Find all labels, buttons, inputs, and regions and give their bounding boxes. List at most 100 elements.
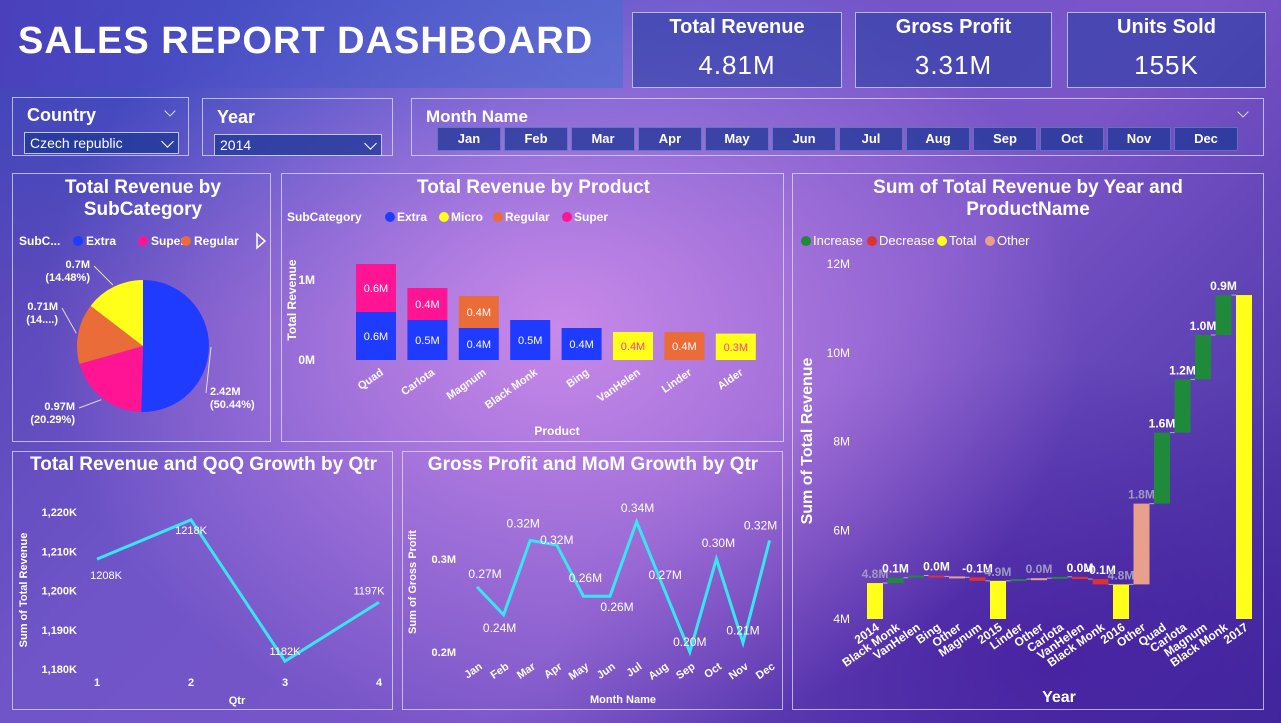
pie-legend-marker [73,236,83,246]
qtr-y-tick: 1,220K [42,507,78,519]
waterfall-data-label: 0.0M [923,560,950,574]
waterfall-data-label: 1.0M [1190,319,1217,333]
waterfall-bar [990,580,1006,619]
bar-data-label: 0.5M [415,335,439,347]
month-x-tick: Jul [624,661,644,680]
waterfall-data-label: 1.2M [1169,363,1196,377]
bar-y-axis-label: Total Revenue [285,259,299,340]
waterfall-x-tick: 2017 [1221,620,1251,647]
waterfall-bar [1113,584,1129,619]
month-y-tick: 0.2M [432,647,456,659]
month-x-tick: May [567,660,592,683]
bar-legend-title: SubCategory [287,210,362,224]
qtr-data-label: 1197K [354,585,386,597]
waterfall-y-axis-label: Sum of Total Revenue [799,357,816,524]
month-x-tick: Sep [674,660,698,682]
month-y-axis-label: Sum of Gross Profit [407,530,419,634]
pie-percent-label: (14....) [26,314,58,326]
bar-legend-marker [385,212,395,222]
waterfall-bar [1092,579,1109,585]
pie-legend-marker [138,236,148,246]
waterfall-bar [949,576,965,579]
waterfall-bar [1051,576,1068,579]
waterfall-data-label: 0.1M [882,562,909,576]
qtr-data-label: 1218K [175,525,207,537]
month-data-label: 0.26M [569,571,602,585]
bar-data-label: 0.4M [672,341,696,353]
month-y-tick: 0.3M [432,554,456,566]
waterfall-legend-label: Total [949,233,977,248]
bar-y-tick: 0M [298,353,315,367]
pie-percent-label: (14.48%) [45,272,90,284]
waterfall-data-label: 1.8M [1128,488,1155,502]
qtr-y-axis-label: Sum of Total Revenue [18,533,30,648]
waterfall-bar [1174,379,1191,433]
qtr-line-series [96,517,380,664]
waterfall-legend-label: Increase [813,233,863,248]
bar-x-tick: Magnum [445,367,489,403]
bar-data-label: 0.6M [364,331,388,343]
qtr-x-axis-label: Qtr [229,695,246,707]
waterfall-legend-label: Decrease [879,233,935,248]
waterfall-legend-marker [937,236,947,246]
month-data-label: 0.34M [621,501,654,515]
month-x-tick: Nov [727,660,752,682]
bar-legend-marker [493,212,503,222]
waterfall-data-label: 0.9M [1210,279,1237,293]
qtr-y-tick: 1,210K [42,546,78,558]
month-data-label: 0.32M [540,533,573,547]
month-data-label: 0.30M [702,536,735,550]
waterfall-bar [1133,503,1150,585]
bar-data-label: 0.4M [569,339,593,351]
month-data-label: 0.27M [649,568,682,582]
month-data-label: 0.20M [673,635,706,649]
bar-data-label: 0.6M [364,283,388,295]
pie-legend-label: Super [151,234,185,248]
bar-y-tick: 1M [298,273,315,287]
pie-legend-marker [181,236,191,246]
bar-legend-label: Micro [451,210,483,224]
month-x-tick: Jan [462,660,485,681]
waterfall-bar [1195,335,1211,380]
pie-leader-line [78,399,102,409]
waterfall-legend-marker [867,236,877,246]
bar-legend-label: Regular [505,210,550,224]
waterfall-data-label: 4.8M [1108,568,1135,582]
waterfall-data-label: 0.0M [1026,562,1053,576]
qtr-x-tick: 1 [94,677,100,689]
legend-next-arrow-icon [256,232,267,250]
pie-data-label: 0.71M [27,301,58,313]
waterfall-legend-marker [801,236,811,246]
month-x-tick: Apr [542,660,565,681]
qtr-y-tick: 1,200K [42,586,78,598]
bar-x-tick: Quad [356,367,386,393]
bar-data-label: 0.4M [467,307,491,319]
bar-legend-label: Super [574,210,608,224]
waterfall-bar [1215,295,1232,335]
bar-x-tick: Bing [564,367,591,391]
bar-data-label: 0.3M [724,342,748,354]
waterfall-x-axis-label: Year [1042,689,1076,706]
pie-slice-extra [141,280,210,412]
pie-legend-label: Extra [86,234,116,248]
waterfall-legend-marker [985,236,995,246]
waterfall-bar [1154,432,1170,504]
pie-legend-label: Regular [194,234,239,248]
bar-data-label: 0.4M [415,299,439,311]
month-data-label: 0.26M [600,600,633,614]
month-x-tick: Mar [515,660,538,681]
qtr-y-tick: 1,190K [42,625,78,637]
charts-layer: SubC... Extra Super Regular 2.42M(50.44%) 0.9… [18,210,1252,707]
month-x-tick: Jun [595,660,618,681]
bar-x-tick: Linder [660,366,695,396]
pie-percent-label: (20.29%) [30,414,75,426]
waterfall-bar [928,575,945,578]
bar-data-label: 0.5M [518,335,542,347]
pie-percent-label: (50.44%) [210,399,255,411]
waterfall-bar [887,577,904,584]
waterfall-bar [1072,576,1088,580]
month-x-axis-label: Month Name [590,694,656,706]
bar-x-tick: Black Monk [483,366,541,411]
bar-x-axis-label: Product [534,424,579,438]
waterfall-data-label: 4.9M [985,565,1012,579]
